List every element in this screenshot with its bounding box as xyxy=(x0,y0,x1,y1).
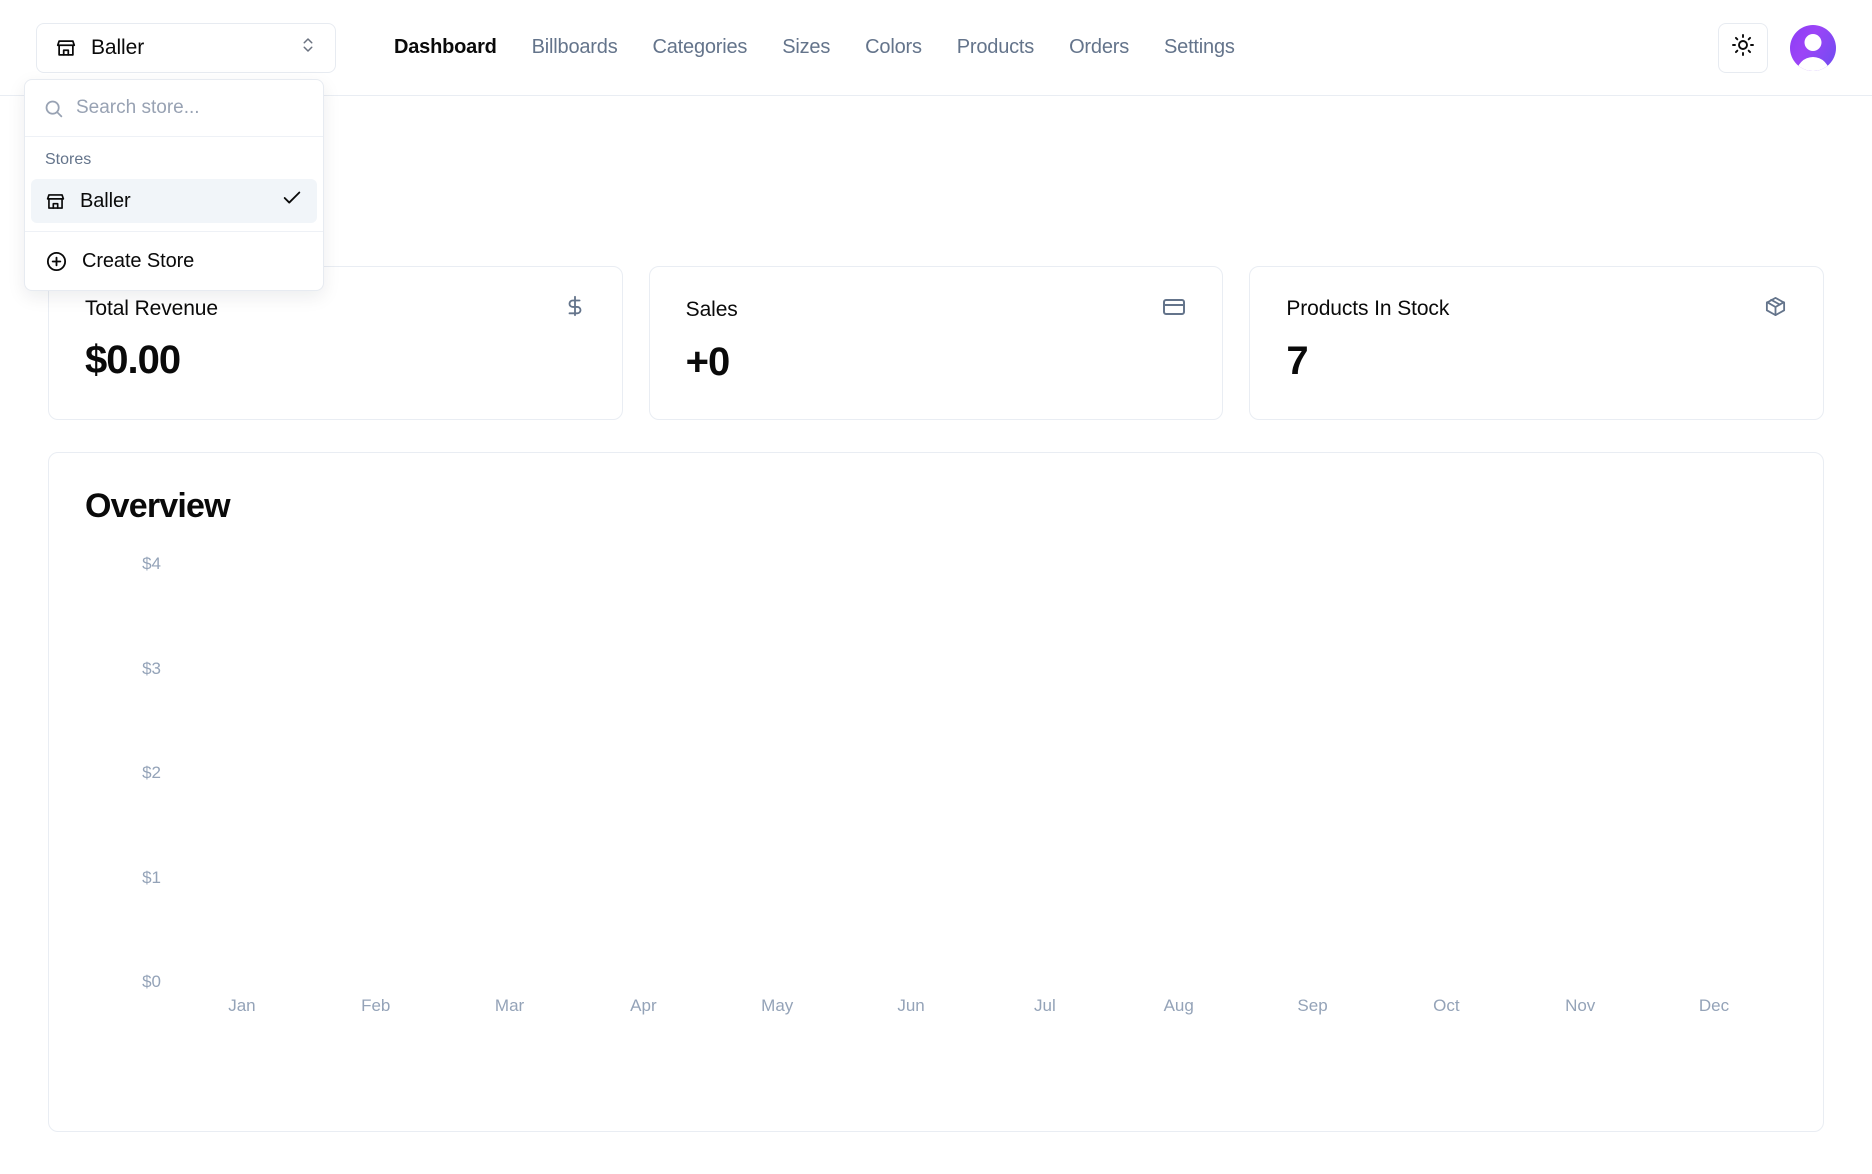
chart-y-axis: $4 $3 $2 $1 $0 xyxy=(85,554,175,991)
chart-y-tick: $2 xyxy=(142,763,161,782)
nav-link-colors[interactable]: Colors xyxy=(865,36,922,59)
chart-x-tick: Aug xyxy=(1163,996,1194,1015)
sun-icon xyxy=(1731,33,1755,62)
chart-bars xyxy=(175,564,1781,982)
nav-link-billboards[interactable]: Billboards xyxy=(532,36,618,59)
avatar-head-shape xyxy=(1804,33,1822,51)
credit-card-icon xyxy=(1162,295,1186,324)
stat-card-value: +0 xyxy=(685,340,731,384)
chart-x-tick: Feb xyxy=(361,996,391,1015)
chart-x-tick: Jul xyxy=(1034,996,1056,1015)
store-list-group: Stores Baller xyxy=(25,137,323,229)
store-group-label: Stores xyxy=(45,151,92,168)
search-icon xyxy=(43,98,64,119)
store-switcher-button[interactable]: Baller xyxy=(36,22,336,73)
store-create-group: Create Store xyxy=(25,232,323,290)
chart-x-tick: Mar xyxy=(494,996,525,1015)
chart-bar-slot xyxy=(844,564,978,982)
topbar-actions xyxy=(1718,22,1836,73)
chart-x-tick: Apr xyxy=(630,996,657,1015)
avatar-body-shape xyxy=(1796,56,1830,71)
chart-bar-slot xyxy=(443,564,577,982)
chart-bar-slot xyxy=(1246,564,1380,982)
nav-link-settings[interactable]: Settings xyxy=(1164,36,1235,59)
stat-card-sales: Sales +0 xyxy=(648,266,1224,420)
chart-y-tick: $1 xyxy=(142,867,161,887)
chart-x-tick: May xyxy=(761,996,794,1015)
chart-x-tick: Jun xyxy=(897,996,925,1015)
top-navigation-bar: Baller Dashboard Billboards Categories S… xyxy=(0,0,1872,291)
stat-card-title: Products In Stock xyxy=(1286,297,1450,320)
stat-card-value: 7 xyxy=(1286,339,1308,383)
stat-card-title: Sales xyxy=(685,297,738,321)
chart-y-tick: $0 xyxy=(142,972,161,991)
store-switcher-label: Baller xyxy=(91,35,145,59)
store-search-row xyxy=(25,80,323,137)
theme-toggle-button[interactable] xyxy=(1718,22,1768,73)
chart-bar-slot xyxy=(1513,564,1647,982)
stat-card-header: Sales xyxy=(686,295,1187,324)
chart-bar-slot xyxy=(1647,564,1781,982)
chart-x-tick: Sep xyxy=(1297,996,1328,1015)
chart-bar-slot xyxy=(576,564,710,982)
stat-card-header: Products In Stock xyxy=(1286,295,1787,323)
nav-link-sizes[interactable]: Sizes xyxy=(782,36,830,59)
overview-chart-card: Overview $4 $3 $2 $1 $0 Jan Feb Mar Apr May Jun Ju… xyxy=(48,452,1824,1132)
chart-y-tick: $4 xyxy=(142,554,161,573)
overview-chart-title: Overview xyxy=(85,487,231,525)
plus-circle-icon xyxy=(45,250,68,273)
stat-card-value: $0.00 xyxy=(85,338,181,382)
chart-x-tick: Nov xyxy=(1565,996,1596,1015)
chart-bar-slot xyxy=(309,564,443,982)
chart-x-tick: Dec xyxy=(1698,996,1730,1015)
user-avatar[interactable] xyxy=(1790,24,1836,71)
package-icon xyxy=(1764,295,1787,323)
store-option-label: Baller xyxy=(80,189,131,212)
nav-link-products[interactable]: Products xyxy=(957,36,1035,59)
stat-card-header: Total Revenue xyxy=(85,295,586,322)
dollar-sign-icon xyxy=(564,295,586,322)
stat-card-products-in-stock: Products In Stock 7 xyxy=(1249,266,1825,420)
store-option-baller[interactable]: Baller xyxy=(31,179,317,223)
chart-bar-slot xyxy=(710,564,844,982)
chevrons-up-down-icon xyxy=(299,36,317,59)
create-store-label: Create Store xyxy=(82,249,195,272)
chart-bar-slot xyxy=(1379,564,1513,982)
create-store-button[interactable]: Create Store xyxy=(31,238,317,284)
nav-link-categories[interactable]: Categories xyxy=(653,36,748,59)
chart-x-tick: Jan xyxy=(228,996,256,1015)
chart-x-axis: Jan Feb Mar Apr May Jun Jul Aug Sep Oct Nov Dec xyxy=(175,982,1781,1024)
chart-plot-area: $4 $3 $2 $1 $0 Jan Feb Mar Apr May Jun Jul Aug Sep Oc… xyxy=(85,554,1787,1024)
chart-bar-slot xyxy=(175,564,309,982)
chart-y-tick: $3 xyxy=(142,658,161,678)
stat-card-title: Total Revenue xyxy=(85,296,218,320)
chart-bar-slot xyxy=(1112,564,1246,982)
store-search-input[interactable] xyxy=(76,97,305,119)
chart-bar-slot xyxy=(978,564,1112,982)
store-switcher-dropdown: Stores Baller xyxy=(24,79,324,291)
store-icon xyxy=(45,191,66,212)
nav-link-orders[interactable]: Orders xyxy=(1069,36,1129,59)
check-icon xyxy=(281,187,303,215)
chart-x-tick: Oct xyxy=(1433,996,1460,1015)
store-icon xyxy=(55,37,77,59)
overview-chart: $4 $3 $2 $1 $0 Jan Feb Mar Apr May Jun Jul Aug Sep Oc… xyxy=(85,554,1787,1024)
main-navigation: Dashboard Billboards Categories Sizes Co… xyxy=(394,36,1235,59)
nav-link-dashboard[interactable]: Dashboard xyxy=(394,36,497,59)
